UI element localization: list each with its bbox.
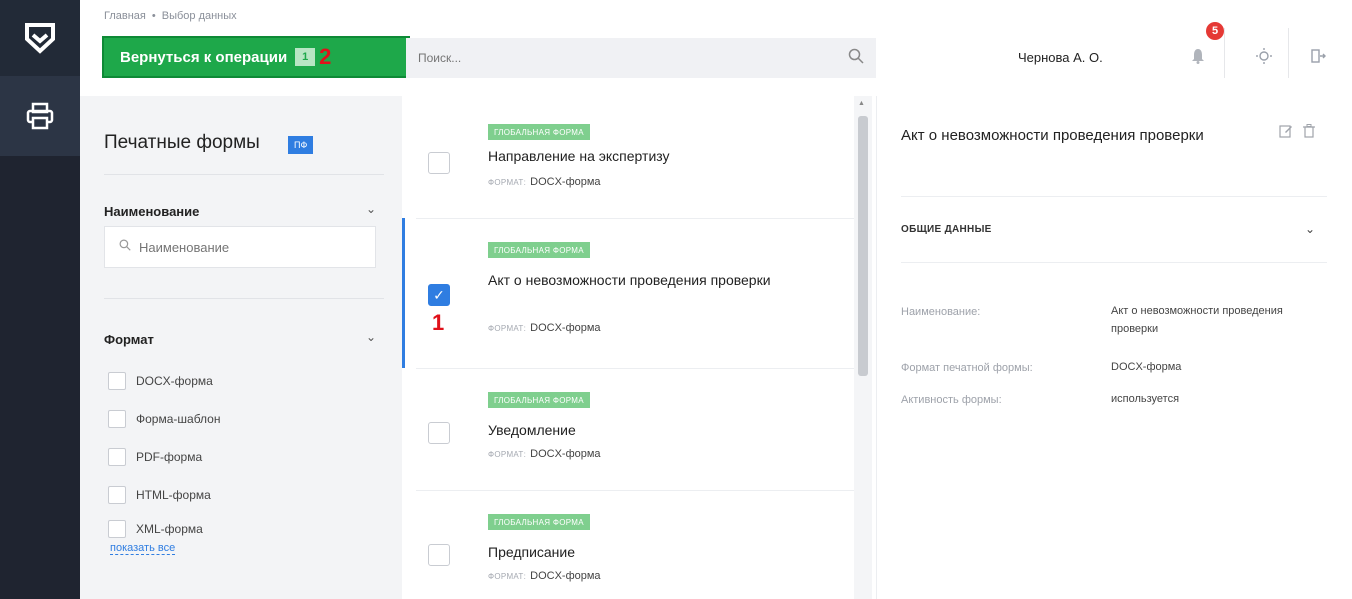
delete-icon[interactable] bbox=[1303, 124, 1315, 141]
chevron-down-icon[interactable]: ⌄ bbox=[366, 202, 376, 216]
scrollbar-thumb[interactable] bbox=[858, 116, 868, 376]
item-checkbox-checked[interactable]: ✓ bbox=[428, 284, 450, 306]
breadcrumb: Главная • Выбор данных bbox=[104, 10, 237, 22]
format-option[interactable]: Форма-шаблон bbox=[108, 410, 220, 428]
item-title: Направление на экспертизу bbox=[488, 148, 670, 164]
format-option[interactable]: PDF-форма bbox=[108, 448, 202, 466]
item-title: Уведомление bbox=[488, 422, 576, 438]
format-option-label: DOCX-форма bbox=[136, 374, 213, 388]
format-label: ФОРМАТ: bbox=[488, 572, 527, 581]
list-item[interactable]: ГЛОБАЛЬНАЯ ФОРМА Направление на эксперти… bbox=[402, 96, 862, 216]
breadcrumb-separator: • bbox=[151, 10, 156, 22]
item-checkbox[interactable] bbox=[428, 422, 450, 444]
list-item[interactable]: ГЛОБАЛЬНАЯ ФОРМА Уведомление ФОРМАТ: DOCX… bbox=[402, 368, 862, 488]
checkbox[interactable] bbox=[108, 520, 126, 538]
user-name[interactable]: Чернова А. О. bbox=[1018, 50, 1103, 65]
item-format: ФОРМАТ: DOCX-форма bbox=[488, 448, 601, 460]
back-to-operation-button[interactable]: Вернуться к операции 1 2 bbox=[102, 36, 410, 78]
list-item[interactable]: ГЛОБАЛЬНАЯ ФОРМА Предписание ФОРМАТ: DOCX… bbox=[402, 490, 862, 599]
format-label: ФОРМАТ: bbox=[488, 324, 527, 333]
app-root: Главная • Выбор данных Вернуться к опера… bbox=[0, 0, 1352, 599]
print-forms-list: ГЛОБАЛЬНАЯ ФОРМА Направление на эксперти… bbox=[402, 96, 872, 599]
detail-actions bbox=[1279, 124, 1315, 141]
global-search[interactable] bbox=[406, 38, 876, 78]
detail-panel: Акт о невозможности проведения проверки … bbox=[876, 96, 1352, 599]
detail-title: Акт о невозможности проведения проверки bbox=[901, 127, 1204, 144]
field-value: DOCX-форма bbox=[1111, 361, 1182, 373]
item-title: Предписание bbox=[488, 544, 576, 560]
bell-icon[interactable] bbox=[1186, 44, 1210, 68]
chevron-down-icon[interactable]: ⌄ bbox=[366, 330, 376, 344]
list-item[interactable]: ГЛОБАЛЬНАЯ ФОРМА ✓ 1 Акт о невозможности… bbox=[402, 218, 862, 368]
annotation-1: 1 bbox=[432, 310, 445, 335]
global-form-tag: ГЛОБАЛЬНАЯ ФОРМА bbox=[488, 242, 590, 258]
header-divider bbox=[1288, 28, 1289, 78]
checkbox[interactable] bbox=[108, 448, 126, 466]
format-option[interactable]: HTML-форма bbox=[108, 486, 211, 504]
filter-panel: Печатные формы ПФ Наименование ⌄ Формат … bbox=[80, 96, 402, 599]
name-filter-title[interactable]: Наименование bbox=[104, 204, 199, 219]
top-header: Главная • Выбор данных Вернуться к опера… bbox=[80, 0, 1352, 96]
general-data-section[interactable]: ОБЩИЕ ДАННЫЕ bbox=[901, 224, 992, 235]
show-all-link[interactable]: показать все bbox=[110, 542, 176, 555]
field-label: Формат печатной формы: bbox=[901, 362, 1033, 374]
notification-badge: 5 bbox=[1206, 22, 1224, 40]
divider bbox=[104, 298, 384, 299]
printer-icon[interactable] bbox=[0, 76, 80, 156]
field-value: используется bbox=[1111, 393, 1180, 405]
breadcrumb-home[interactable]: Главная bbox=[104, 10, 146, 22]
edit-icon[interactable] bbox=[1279, 124, 1293, 141]
side-rail bbox=[0, 0, 80, 599]
format-value: DOCX-форма bbox=[530, 322, 601, 334]
search-icon[interactable] bbox=[848, 48, 864, 69]
back-button-label: Вернуться к операции bbox=[120, 48, 288, 66]
format-option-label: PDF-форма bbox=[136, 450, 203, 464]
global-form-tag: ГЛОБАЛЬНАЯ ФОРМА bbox=[488, 392, 590, 408]
name-filter-input[interactable] bbox=[139, 239, 339, 255]
header-divider bbox=[1224, 28, 1225, 78]
checkbox[interactable] bbox=[108, 410, 126, 428]
search-icon bbox=[119, 238, 131, 256]
breadcrumb-current: Выбор данных bbox=[161, 10, 237, 22]
name-filter-field[interactable] bbox=[104, 226, 376, 268]
annotation-2: 2 bbox=[319, 44, 332, 69]
format-value: DOCX-форма bbox=[530, 448, 601, 460]
checkbox[interactable] bbox=[108, 486, 126, 504]
item-checkbox[interactable] bbox=[428, 152, 450, 174]
global-search-input[interactable] bbox=[418, 51, 848, 65]
logout-icon[interactable] bbox=[1306, 44, 1330, 68]
field-label: Активность формы: bbox=[901, 394, 1002, 406]
divider bbox=[901, 196, 1327, 197]
item-checkbox[interactable] bbox=[428, 544, 450, 566]
format-option[interactable]: DOCX-форма bbox=[108, 372, 213, 390]
filters-title: Печатные формы bbox=[104, 132, 260, 153]
format-value: DOCX-форма bbox=[530, 570, 601, 582]
item-title: Акт о невозможности проведения проверки bbox=[488, 272, 771, 288]
format-value: DOCX-форма bbox=[530, 176, 601, 188]
item-format: ФОРМАТ: DOCX-форма bbox=[488, 322, 601, 334]
field-label: Наименование: bbox=[901, 306, 981, 318]
format-label: ФОРМАТ: bbox=[488, 178, 527, 187]
checkbox[interactable] bbox=[108, 372, 126, 390]
scroll-up-icon[interactable]: ▲ bbox=[858, 100, 865, 107]
sun-icon[interactable] bbox=[1252, 44, 1276, 68]
format-option[interactable]: XML-форма bbox=[108, 520, 203, 538]
logo-icon[interactable] bbox=[0, 0, 80, 76]
item-format: ФОРМАТ: DOCX-форма bbox=[488, 570, 601, 582]
chevron-down-icon[interactable]: ⌄ bbox=[1305, 222, 1315, 236]
divider bbox=[901, 262, 1327, 263]
field-value: Акт о невозможности проведения проверки bbox=[1111, 305, 1283, 335]
global-form-tag: ГЛОБАЛЬНАЯ ФОРМА bbox=[488, 124, 590, 140]
back-button-badge: 1 bbox=[295, 48, 316, 66]
format-option-label: Форма-шаблон bbox=[136, 412, 221, 426]
format-option-label: HTML-форма bbox=[136, 488, 211, 502]
format-filter-title[interactable]: Формат bbox=[104, 332, 154, 347]
divider bbox=[104, 174, 384, 175]
item-format: ФОРМАТ: DOCX-форма bbox=[488, 176, 601, 188]
format-label: ФОРМАТ: bbox=[488, 450, 527, 459]
global-form-tag: ГЛОБАЛЬНАЯ ФОРМА bbox=[488, 514, 590, 530]
format-option-label: XML-форма bbox=[136, 522, 203, 536]
filters-tag: ПФ bbox=[288, 136, 314, 154]
